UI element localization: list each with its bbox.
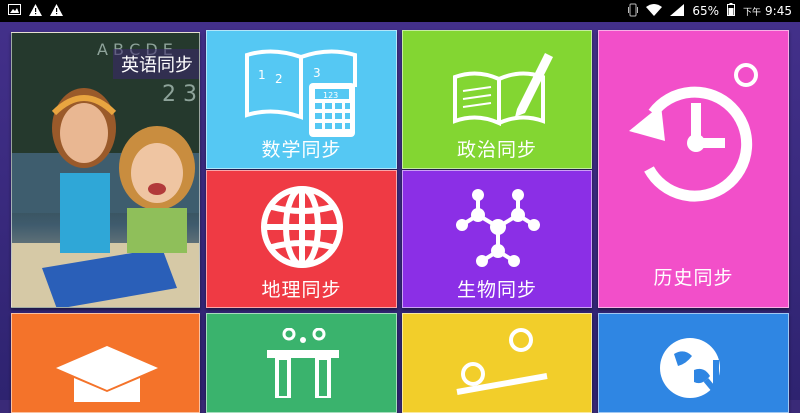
battery-icon [727, 3, 736, 19]
signal-icon [670, 3, 685, 19]
battery-percent: 65% [692, 4, 720, 18]
tile-politics-sync[interactable]: 政治同步 [402, 30, 592, 169]
clock: 9:45 [765, 4, 792, 18]
tile-biology-label: 生物同步 [456, 279, 537, 301]
tile-history-label: 历史同步 [653, 267, 734, 289]
tile-geography-label: 地理同步 [261, 279, 342, 301]
wifi-icon [646, 3, 663, 19]
tile-english-sync[interactable]: A B C D E 2 3 4 英语同步 [11, 32, 200, 308]
tile-chemistry[interactable] [206, 313, 397, 413]
tile-physics[interactable] [402, 313, 592, 413]
time-period: 下午 [743, 7, 762, 18]
graduation-cap-icon [56, 346, 158, 402]
svg-text:123: 123 [323, 91, 338, 100]
globe-icon [261, 186, 343, 268]
svg-text:1: 1 [258, 68, 266, 82]
svg-text:2: 2 [275, 72, 283, 86]
status-left [8, 3, 63, 19]
tile-politics-label: 政治同步 [456, 139, 537, 161]
svg-text:2 3 4: 2 3 4 [162, 82, 200, 107]
book-calculator-icon: 1 2 3 123 [245, 49, 357, 137]
tile-english-label: 英语同步 [113, 49, 199, 79]
tile-earth-download[interactable] [598, 313, 789, 413]
molecule-icon [456, 189, 540, 267]
globe-download-icon [660, 338, 729, 398]
balance-physics-icon [456, 328, 548, 395]
tile-history-sync[interactable]: 历史同步 [598, 30, 789, 308]
status-right: 65% 下午 9:45 [628, 3, 792, 20]
warning-icon [50, 3, 63, 19]
book-pen-icon [453, 53, 553, 127]
history-clock-icon [629, 63, 758, 202]
svg-text:3: 3 [313, 66, 321, 80]
warning-icon [29, 3, 42, 19]
tile-board: A B C D E 2 3 4 英语同步 1 2 3 [0, 22, 800, 413]
status-bar: 65% 下午 9:45 [0, 0, 800, 22]
tile-math-label: 数学同步 [261, 139, 342, 161]
image-icon [8, 4, 21, 18]
tile-biology-sync[interactable]: 生物同步 [402, 170, 592, 308]
tile-graduation[interactable] [11, 313, 200, 413]
test-tubes-icon [267, 328, 339, 398]
vibrate-icon [628, 3, 639, 20]
tile-geography-sync[interactable]: 地理同步 [206, 170, 397, 308]
tile-math-sync[interactable]: 1 2 3 123 数学同步 [206, 30, 397, 169]
